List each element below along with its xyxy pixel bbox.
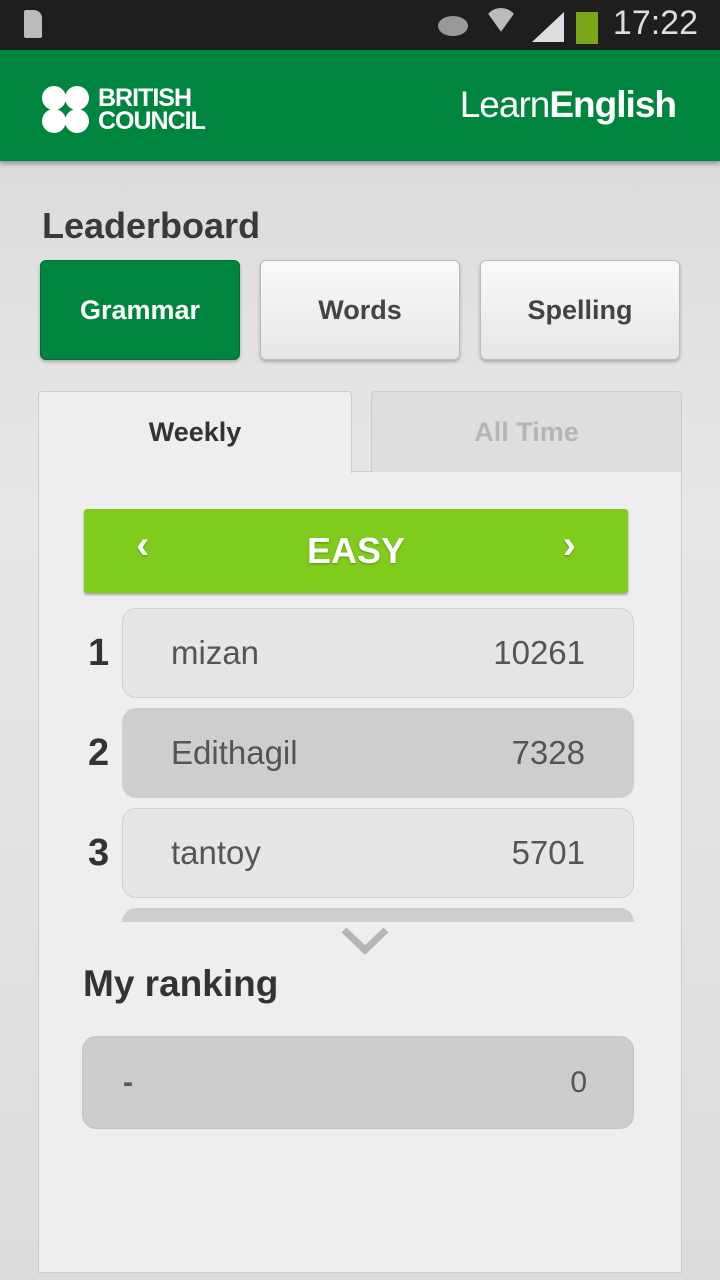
brand-name: BRITISH COUNCIL bbox=[98, 84, 206, 135]
clock: 17:22 bbox=[612, 4, 698, 42]
signal-icon bbox=[532, 12, 564, 42]
category-grammar[interactable]: Grammar bbox=[40, 260, 240, 360]
battery-icon bbox=[576, 12, 598, 44]
player-score: 10261 bbox=[493, 634, 585, 671]
tab-weekly[interactable]: Weekly bbox=[38, 391, 352, 473]
level-selector: ‹ EASY › bbox=[84, 509, 628, 593]
player-name: tantoy bbox=[171, 834, 261, 871]
rank-number: 2 bbox=[88, 732, 110, 774]
player-name: mizan bbox=[171, 634, 260, 671]
level-label: EASY bbox=[306, 530, 406, 571]
player-name: Edithagil bbox=[171, 734, 298, 771]
my-ranking-row: -0 bbox=[82, 1036, 634, 1129]
category-spelling[interactable]: Spelling bbox=[480, 260, 680, 360]
sim-missing-icon bbox=[24, 10, 42, 38]
status-bar: 17:22 bbox=[0, 0, 720, 50]
leaderboard-row-partial bbox=[122, 908, 634, 922]
learnenglish-logo: LearnEnglish bbox=[459, 84, 677, 125]
app-header: BRITISH COUNCIL LearnEnglish bbox=[0, 50, 720, 161]
rank-number: 1 bbox=[88, 632, 110, 674]
leaderboard-row[interactable]: mizan 10261 bbox=[122, 608, 634, 698]
player-score: 7328 bbox=[511, 734, 585, 771]
my-ranking-title: My ranking bbox=[83, 963, 279, 1004]
eye-icon bbox=[438, 16, 468, 36]
leaderboard-row[interactable]: Edithagil 7328 bbox=[122, 708, 634, 798]
wifi-icon bbox=[484, 8, 518, 32]
my-rank: - bbox=[123, 1065, 133, 1099]
chevron-left-icon[interactable]: ‹ bbox=[136, 523, 149, 568]
rank-number: 3 bbox=[88, 832, 110, 874]
chevron-down-icon[interactable] bbox=[340, 922, 390, 958]
tab-all-time[interactable]: All Time bbox=[371, 391, 682, 472]
my-score: 0 bbox=[570, 1065, 587, 1099]
leaderboard-row[interactable]: tantoy 5701 bbox=[122, 808, 634, 898]
category-words[interactable]: Words bbox=[260, 260, 460, 360]
chevron-right-icon[interactable]: › bbox=[563, 523, 576, 568]
page-title: Leaderboard bbox=[42, 205, 261, 246]
player-score: 5701 bbox=[511, 834, 585, 871]
